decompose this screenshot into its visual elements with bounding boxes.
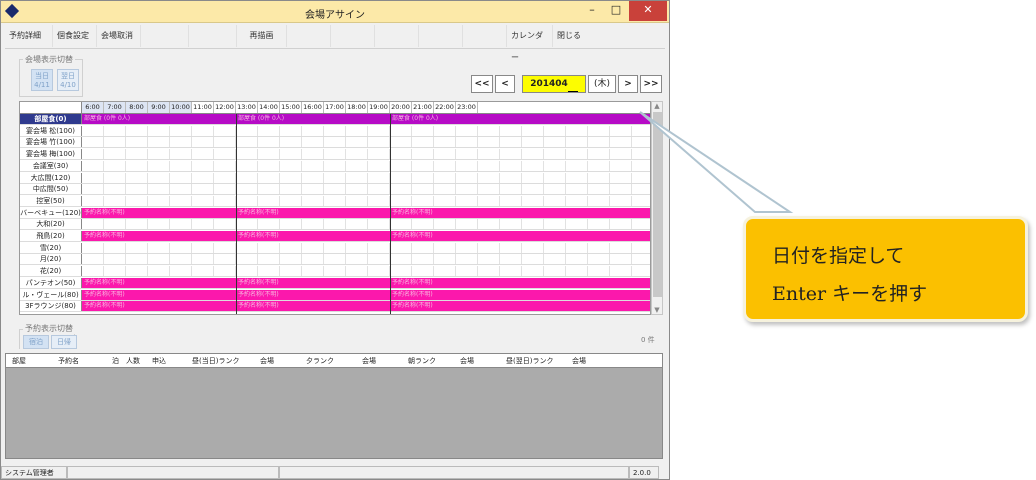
callout-line-1: 日付を指定して [772, 245, 905, 267]
callout-line-2: Enter キーを押す [772, 283, 928, 305]
instruction-callout: 日付を指定して Enter キーを押す [743, 216, 1028, 322]
